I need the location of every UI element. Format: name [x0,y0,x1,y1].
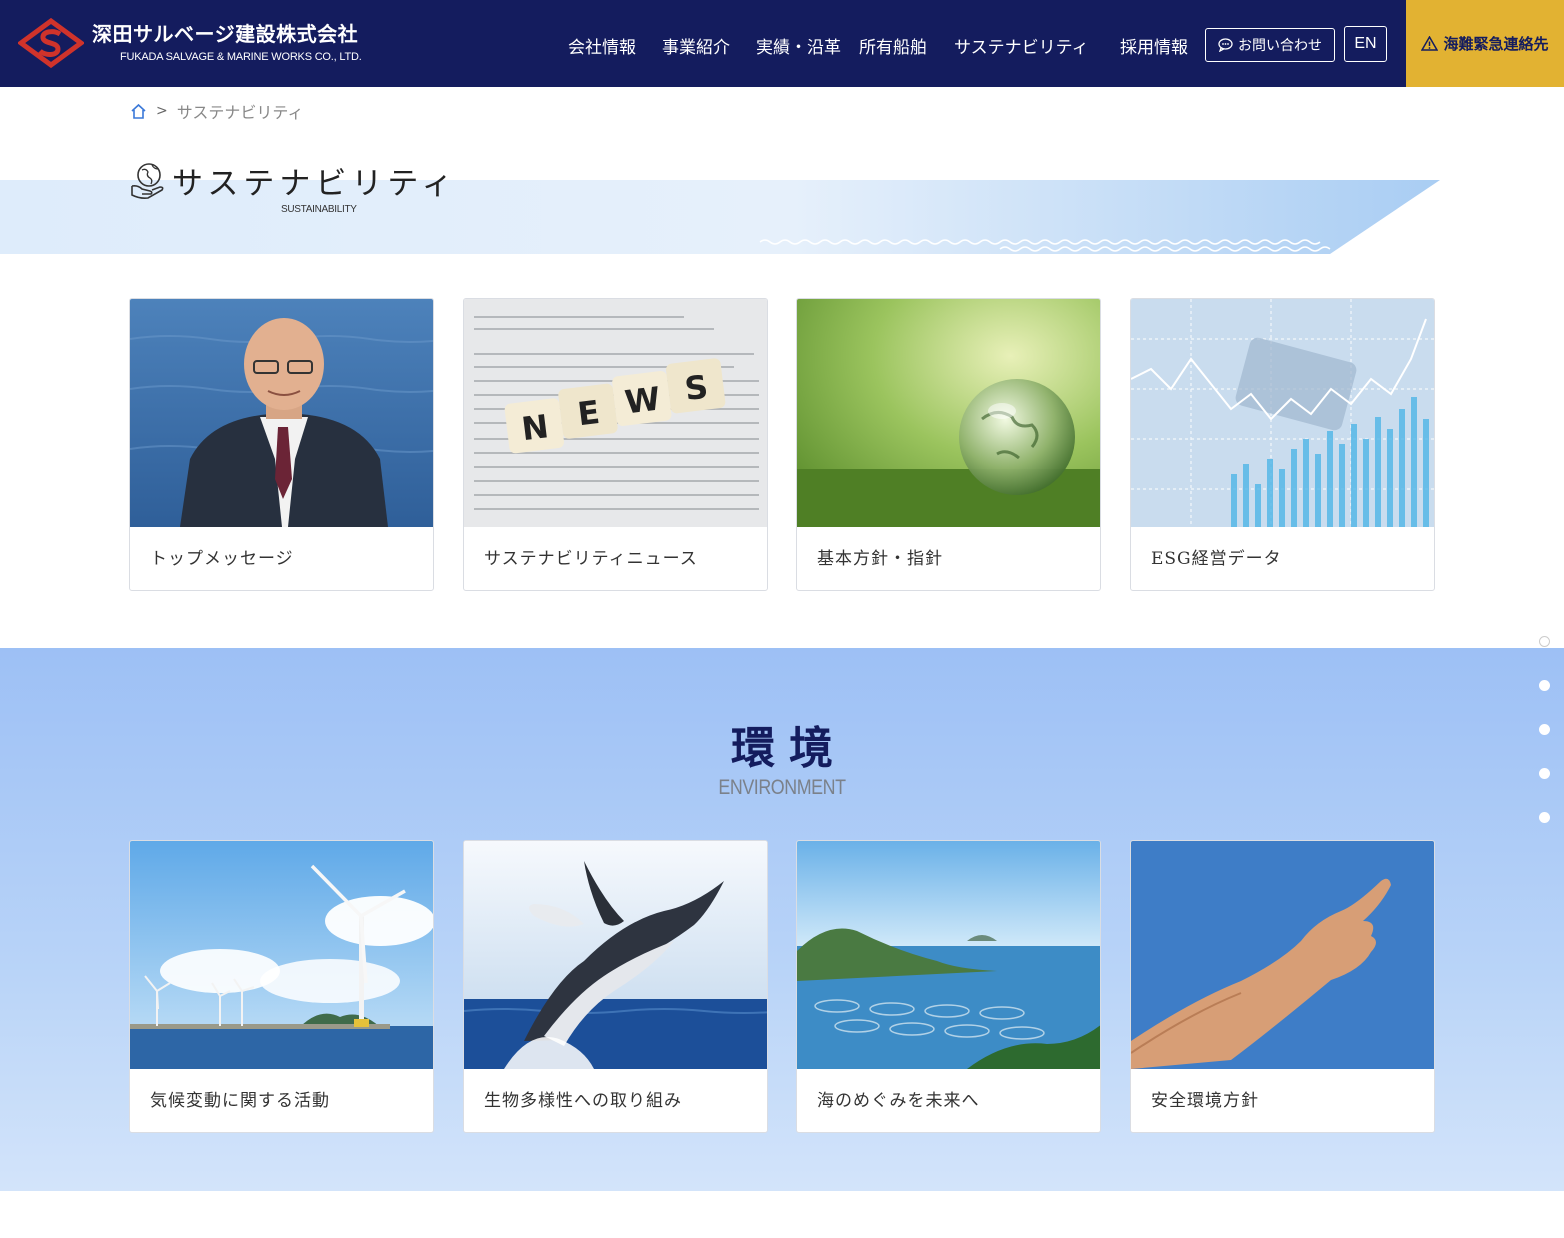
language-en-button[interactable]: EN [1344,26,1387,62]
breadcrumb-current: サステナビリティ [176,103,304,122]
home-icon[interactable] [130,103,147,120]
president-portrait-image [130,299,433,527]
card-label: 生物多様性への取り組み [484,1091,682,1111]
breadcrumb-separator: > [156,103,168,119]
card-ocean-future[interactable]: 海のめぐみを未来へ [796,840,1101,1133]
wind-turbine-image [130,841,433,1069]
card-biodiversity[interactable]: 生物多様性への取り組み [463,840,768,1133]
section-pager [1539,636,1551,856]
card-sustainability-news[interactable]: N E W S サステナビリティニュース [463,298,768,591]
nav-vessels[interactable]: 所有船舶 [859,33,927,58]
card-top-message[interactable]: トップメッセージ [129,298,434,591]
card-label: ESG経営データ [1151,549,1282,569]
warning-icon [1421,36,1439,51]
breadcrumb: > サステナビリティ [130,100,303,122]
contact-button-label: お問い合わせ [1238,38,1322,54]
environment-subtitle: ENVIRONMENT [718,776,846,799]
company-name-en: FUKADA SALVAGE & MARINE WORKS CO., LTD. [120,51,362,63]
pager-dot[interactable] [1539,636,1550,647]
emergency-contact-button[interactable]: 海難緊急連絡先 [1406,0,1564,87]
card-label: サステナビリティニュース [484,549,698,569]
contact-button[interactable]: お問い合わせ [1205,28,1335,62]
pager-dot[interactable] [1539,768,1550,779]
card-climate-change[interactable]: 気候変動に関する活動 [129,840,434,1133]
card-label: トップメッセージ [150,549,294,569]
emergency-contact-label: 海難緊急連絡先 [1443,35,1549,53]
news-tile-w: W [623,379,663,421]
environment-title: 環境 [731,723,847,774]
news-tile-n: N [519,407,550,448]
coastal-bay-image [797,841,1100,1069]
news-tile-s: S [683,367,711,408]
page-title: サステナビリティ [172,166,458,202]
pager-dot[interactable] [1539,724,1550,735]
nav-sustainability[interactable]: サステナビリティ [954,33,1089,58]
nav-history[interactable]: 実績・沿革 [756,33,841,58]
news-dice-image: N E W S [464,299,767,527]
card-label: 気候変動に関する活動 [150,1091,330,1111]
pager-dot[interactable] [1539,680,1550,691]
news-tile-e: E [576,393,602,433]
card-safety-environment-policy[interactable]: 安全環境方針 [1130,840,1435,1133]
nav-business[interactable]: 事業紹介 [662,33,730,58]
card-label: 安全環境方針 [1151,1091,1259,1111]
card-esg-data[interactable]: ESG経営データ [1130,298,1435,591]
glass-globe-image [797,299,1100,527]
card-label: 基本方針・指針 [817,549,943,569]
pointing-hand-image [1131,841,1434,1069]
nav-recruit[interactable]: 採用情報 [1120,33,1188,58]
humpback-whale-image [464,841,767,1069]
pager-dot[interactable] [1539,812,1550,823]
chat-bubble-icon [1218,38,1233,52]
company-name-jp[interactable]: 深田サルベージ建設株式会社 [92,18,358,47]
page-subtitle: SUSTAINABILITY [281,204,357,215]
card-basic-policy[interactable]: 基本方針・指針 [796,298,1101,591]
finance-chart-image [1131,299,1434,527]
card-label: 海のめぐみを未来へ [817,1091,980,1111]
site-header: 深田サルベージ建設株式会社 FUKADA SALVAGE & MARINE WO… [0,0,1564,87]
globe-hand-icon [131,163,164,199]
nav-company-info[interactable]: 会社情報 [568,33,636,58]
company-logo[interactable] [18,18,84,68]
